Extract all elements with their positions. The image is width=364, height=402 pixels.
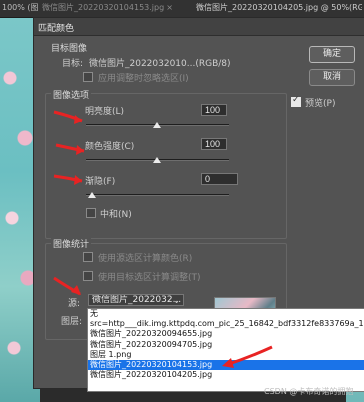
dropdown-item[interactable]: 无	[88, 309, 364, 319]
source-select-value: 微信图片_2022032...	[92, 295, 182, 305]
document-tab-label: 微信图片_20220320104153.jpg	[42, 3, 165, 12]
stats-section-label: 图像统计	[51, 237, 92, 250]
use-source-selection-checkbox[interactable]	[83, 252, 93, 262]
document-tab-2[interactable]: 微信图片_20220320104153.jpg ×	[42, 2, 172, 15]
close-icon[interactable]: ×	[166, 3, 172, 12]
watermark-text: CSDN @卡布奇诺的拥抱	[264, 387, 354, 396]
ignore-selection-checkbox[interactable]	[83, 72, 93, 82]
target-section-label: 目标图像	[51, 44, 88, 54]
fade-input[interactable]	[201, 173, 238, 185]
dialog-titlebar[interactable]: 匹配颜色	[34, 18, 364, 36]
annotation-arrow-color-intensity	[55, 143, 85, 155]
ok-button[interactable]: 确定	[309, 46, 355, 63]
annotation-arrow-source	[53, 276, 81, 296]
layer-label: 图层:	[61, 317, 83, 327]
annotation-arrow-fade	[53, 174, 83, 185]
options-section-label: 图像选项	[51, 88, 92, 101]
use-target-selection-label: 使用目标选区计算调整(T)	[98, 273, 201, 283]
ignore-selection-label: 应用调整时忽略选区(I)	[98, 74, 189, 84]
fade-slider-thumb[interactable]	[88, 192, 96, 198]
cancel-button[interactable]: 取消	[309, 69, 355, 86]
dropdown-item[interactable]: 微信图片_20220320094655.jpg	[88, 329, 364, 339]
neutralize-checkbox[interactable]	[86, 208, 96, 218]
document-tab-bar: 100% (图× 微信图片_20220320104153.jpg× 微信图片_2…	[0, 0, 364, 18]
dropdown-item[interactable]: 微信图片_20220320104205.jpg	[88, 370, 364, 380]
dropdown-item[interactable]: src=http___dik.img.kttpdq.com_pic_25_168…	[88, 319, 364, 329]
annotation-arrow-selected-item	[222, 345, 273, 368]
color-intensity-input[interactable]	[201, 138, 227, 150]
chevron-down-icon: ⌄	[173, 296, 180, 305]
luminance-input[interactable]	[201, 104, 227, 116]
fade-slider[interactable]	[86, 194, 229, 196]
document-tab-label: 100% (图	[2, 3, 38, 12]
document-tab-1[interactable]: 100% (图×	[2, 2, 38, 15]
annotation-arrow-luminance	[53, 110, 83, 124]
target-label: 目标:	[62, 59, 84, 69]
document-tab-3[interactable]: 微信图片_20220320104205.jpg @ 50%(RGB/8	[196, 2, 362, 15]
preview-label: 预览(P)	[305, 99, 336, 109]
target-value: 微信图片_2022032010...(RGB/8)	[89, 59, 231, 69]
source-select[interactable]: 微信图片_2022032... ⌄	[88, 294, 184, 306]
luminance-label: 明亮度(L)	[85, 107, 125, 117]
use-source-selection-label: 使用源选区计算颜色(R)	[98, 254, 193, 264]
luminance-slider-thumb[interactable]	[153, 122, 161, 128]
document-tab-label: 微信图片_20220320104205.jpg @ 50%(RGB/8	[196, 3, 362, 12]
fade-label: 渐隐(F)	[85, 177, 116, 187]
color-intensity-slider-thumb[interactable]	[153, 157, 161, 163]
neutralize-label: 中和(N)	[100, 210, 132, 220]
dialog-title: 匹配颜色	[38, 24, 75, 34]
preview-checkbox[interactable]	[291, 95, 301, 107]
color-intensity-label: 颜色强度(C)	[85, 142, 135, 152]
